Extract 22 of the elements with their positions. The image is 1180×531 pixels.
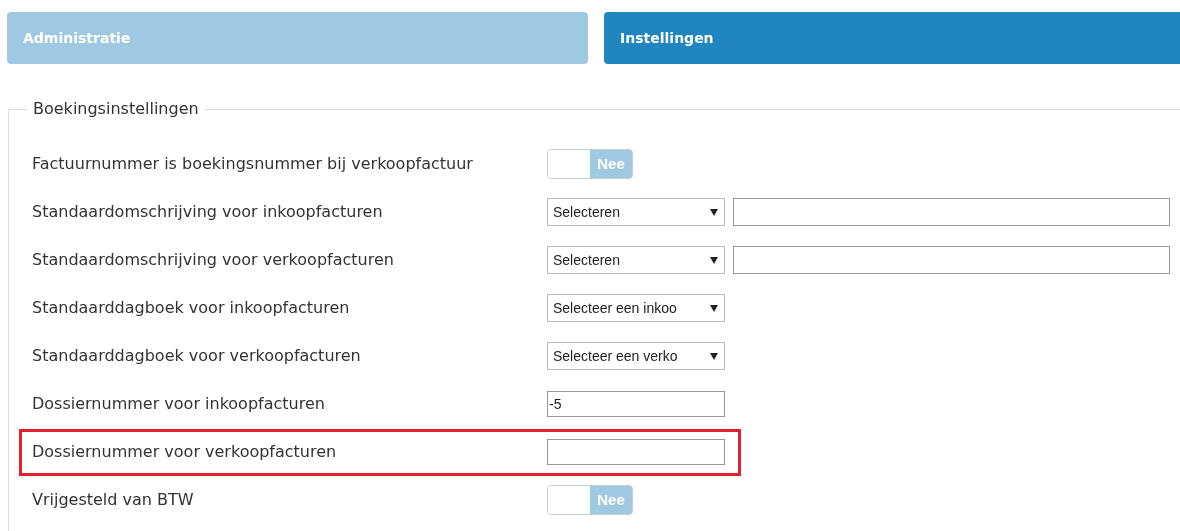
dropdown[interactable]: Selecteren: [547, 198, 725, 226]
caret-icon: [710, 304, 718, 312]
input-field[interactable]: [733, 198, 1170, 226]
caret-icon: [710, 208, 718, 216]
dropdown[interactable]: Selecteer een inkoo: [547, 294, 725, 322]
field-label: Dossiernummer voor verkoopfacturen: [31, 441, 338, 463]
dropdown[interactable]: Selecteer een verko: [547, 342, 725, 370]
field-label: Dossiernummer voor inkoopfacturen: [31, 393, 326, 415]
field-label: Vrijgesteld van BTW: [31, 489, 195, 511]
field-label: Standaarddagboek voor inkoopfacturen: [31, 297, 351, 319]
field-label: Standaarddagboek voor verkoopfacturen: [31, 345, 362, 367]
field-label: Standaardomschrijving voor inkoopfacturen: [31, 201, 384, 223]
caret-icon: [710, 256, 718, 264]
dropdown[interactable]: Selecteren: [547, 246, 725, 274]
input-field[interactable]: [733, 246, 1170, 274]
field-label: Standaardomschrijving voor verkoopfacturen: [31, 249, 395, 271]
caret-icon: [710, 352, 718, 360]
input-field[interactable]: -5: [547, 391, 725, 417]
tab[interactable]: Instellingen: [604, 12, 1180, 64]
section-legend: Boekingsinstellingen: [27, 100, 205, 118]
input-field[interactable]: [547, 439, 725, 465]
field-label: Factuurnummer is boekingsnummer bij verkoopfactuur: [31, 153, 474, 175]
